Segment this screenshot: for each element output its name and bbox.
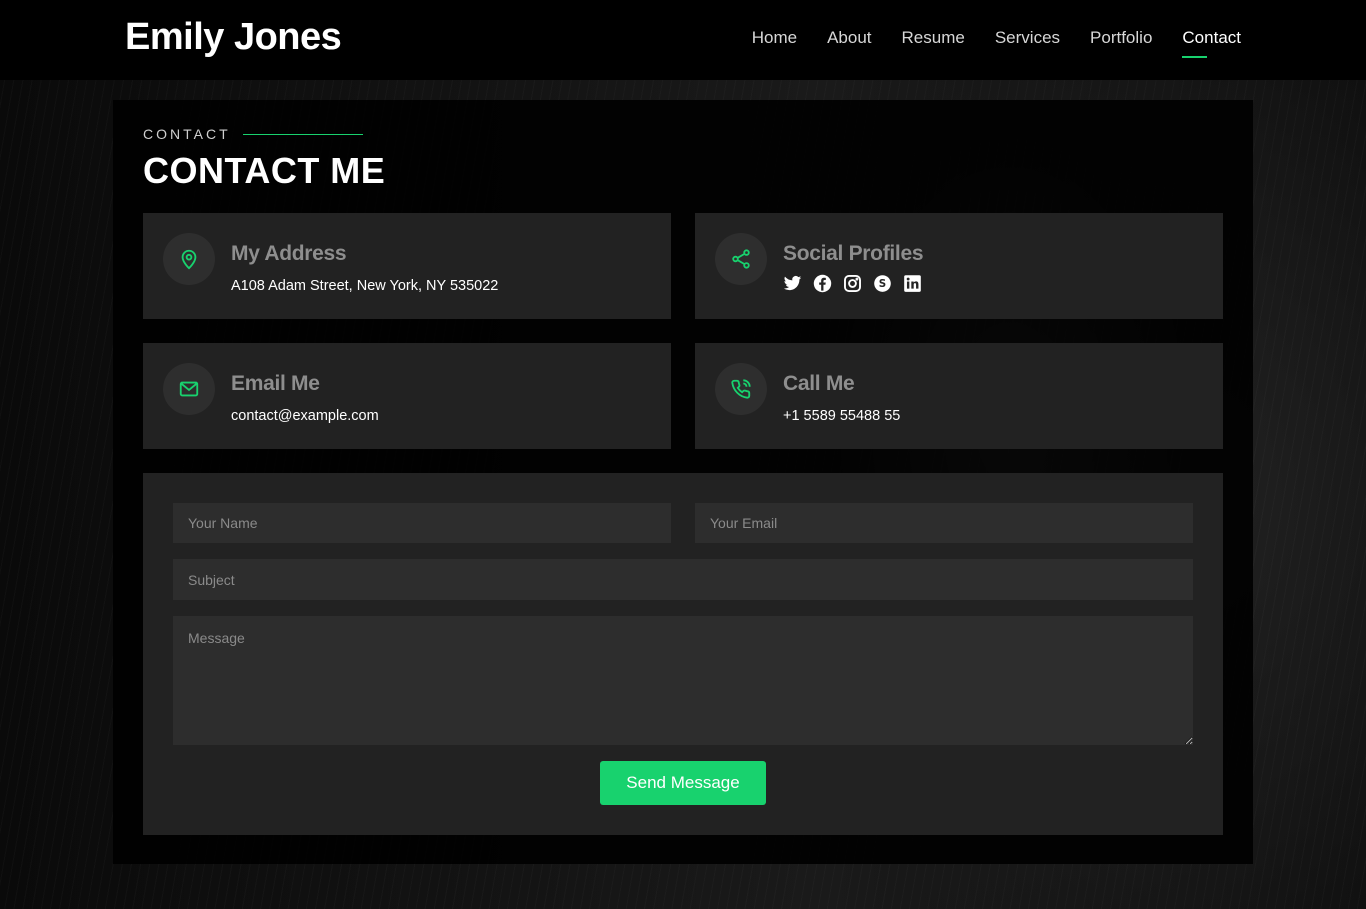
map-pin-icon	[163, 233, 215, 285]
twitter-icon[interactable]	[783, 274, 802, 293]
section-title: CONTACT ME	[143, 150, 386, 191]
email-input[interactable]	[695, 503, 1193, 543]
nav-item-services[interactable]: Services	[995, 28, 1060, 56]
social-title: Social Profiles	[783, 242, 924, 265]
nav-item-portfolio[interactable]: Portfolio	[1090, 28, 1152, 56]
contact-form: Send Message	[143, 473, 1223, 835]
address-title: My Address	[231, 242, 347, 265]
site-header: Emily Jones Home About Resume Services P…	[0, 0, 1366, 80]
phone-icon	[715, 363, 767, 415]
nav-item-contact[interactable]: Contact	[1182, 28, 1241, 58]
linkedin-icon[interactable]	[903, 274, 922, 293]
social-links: S	[783, 274, 922, 293]
facebook-icon[interactable]	[813, 274, 832, 293]
email-card: Email Me contact@example.com	[143, 343, 671, 449]
share-icon	[715, 233, 767, 285]
nav-item-about[interactable]: About	[827, 28, 871, 56]
site-logo[interactable]: Emily Jones	[125, 16, 342, 59]
envelope-icon	[163, 363, 215, 415]
name-input[interactable]	[173, 503, 671, 543]
send-message-button[interactable]: Send Message	[600, 761, 766, 805]
subject-input[interactable]	[173, 559, 1193, 600]
phone-value[interactable]: +1 5589 55488 55	[783, 408, 900, 424]
email-value[interactable]: contact@example.com	[231, 408, 379, 424]
nav-item-home[interactable]: Home	[752, 28, 797, 56]
instagram-icon[interactable]	[843, 274, 862, 293]
eyebrow-divider	[242, 133, 363, 135]
address-value: A108 Adam Street, New York, NY 535022	[231, 278, 499, 294]
social-card: Social Profiles S	[695, 213, 1223, 319]
svg-text:S: S	[879, 278, 886, 290]
section-eyebrow: CONTACT	[143, 126, 363, 142]
nav-item-resume[interactable]: Resume	[902, 28, 965, 56]
contact-section: CONTACT CONTACT ME My Address A108 Adam …	[113, 100, 1253, 864]
email-title: Email Me	[231, 372, 320, 395]
main-nav: Home About Resume Services Portfolio Con…	[752, 28, 1241, 58]
phone-card: Call Me +1 5589 55488 55	[695, 343, 1223, 449]
message-textarea[interactable]	[173, 616, 1193, 745]
skype-icon[interactable]: S	[873, 274, 892, 293]
phone-title: Call Me	[783, 372, 855, 395]
address-card: My Address A108 Adam Street, New York, N…	[143, 213, 671, 319]
section-eyebrow-label: CONTACT	[143, 126, 231, 142]
